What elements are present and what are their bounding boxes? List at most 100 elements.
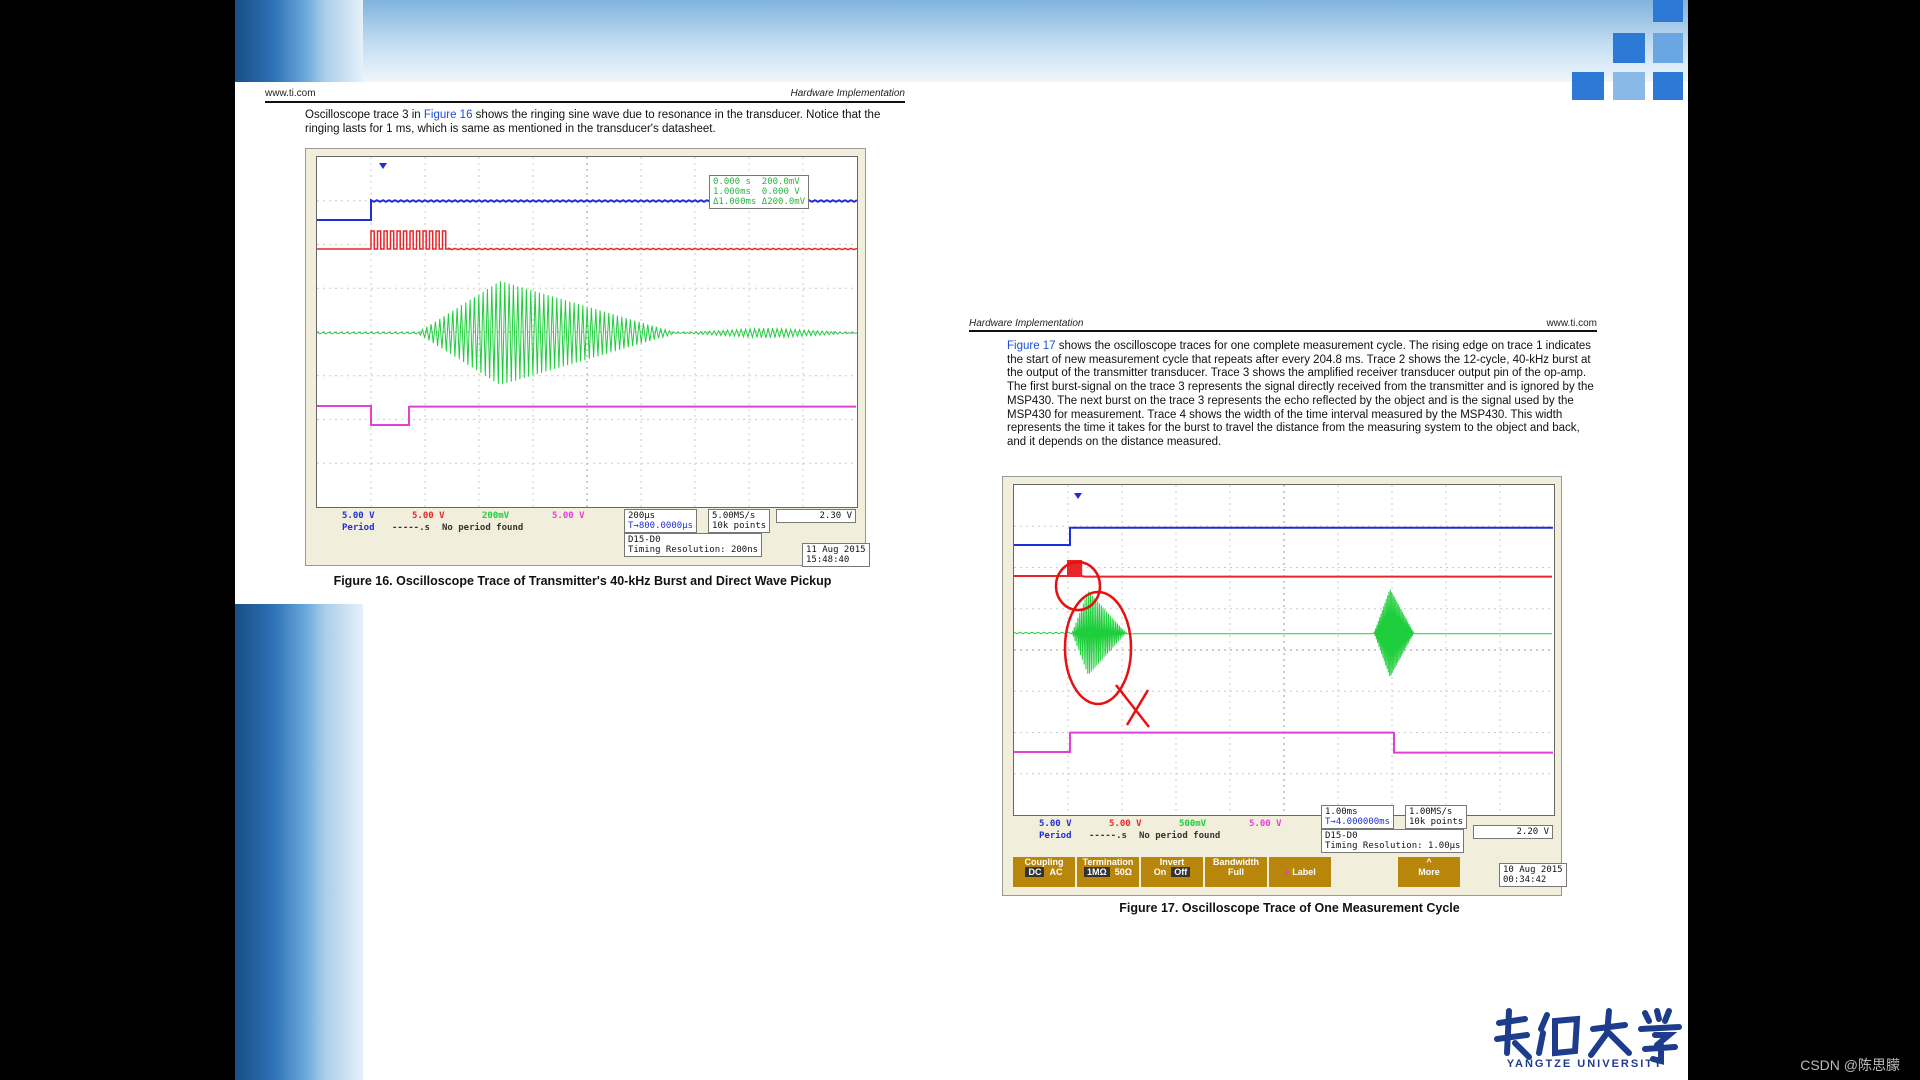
- scope2-menu-invert[interactable]: Invert On Off: [1141, 857, 1203, 887]
- scope2-menu-label[interactable]: ● Label: [1269, 857, 1331, 887]
- scope1-ch3-scale: 200mV: [482, 511, 510, 521]
- menu-termination-title: Termination: [1082, 857, 1134, 867]
- decor-square: [1653, 0, 1683, 22]
- decor-square: [1613, 33, 1645, 63]
- scope2-sample-rate: 1.00MS/s: [1409, 807, 1453, 817]
- cursor-dt: Δ1.000ms: [713, 197, 757, 207]
- doc1-caption: Figure 16. Oscilloscope Trace of Transmi…: [333, 574, 832, 588]
- scope2-period-label: Period: [1039, 831, 1072, 841]
- decor-square: [1613, 72, 1645, 100]
- scope1-ch1-scale: 5.00 V: [342, 511, 375, 521]
- scope1-time: 15:48:40: [806, 555, 850, 565]
- university-name-en: YANGTZE UNIVERSITY: [1506, 1058, 1664, 1070]
- scope1-acq-box: 5.00MS/s 10k points: [708, 509, 771, 533]
- scope2-date: 10 Aug 2015: [1503, 865, 1563, 875]
- scope2-menu-coupling[interactable]: Coupling DC AC: [1013, 857, 1075, 887]
- scope1-timebase-box: 200µs T→800.0000µs: [624, 509, 698, 533]
- scope2-timebase-box: 1.00ms T→4.000000ms: [1321, 805, 1395, 829]
- scope1-ch4-scale: 5.00 V: [552, 511, 585, 521]
- menu-invert-title: Invert: [1159, 857, 1185, 867]
- doc1-header-rule: [265, 101, 905, 103]
- scope2-timing-res: Timing Resolution: 1.00µs: [1325, 841, 1461, 851]
- scope2-datetime-box: 10 Aug 2015 00:34:42: [1499, 863, 1567, 887]
- document-figure-17: Hardware Implementation www.ti.com Figur…: [962, 313, 1617, 923]
- oscilloscope-figure-17: 5.00 V 5.00 V 500mV 5.00 V Period -----.…: [1002, 476, 1567, 896]
- scope1-digital-label: D15-D0: [628, 535, 661, 545]
- scope2-trigger-marker-icon: [1074, 493, 1082, 499]
- scope2-trigger-level: 2.20 V: [1516, 827, 1549, 837]
- doc1-text-pre: Oscilloscope trace 3 in: [305, 109, 424, 121]
- menu-bandwidth-title: Bandwidth: [1213, 857, 1259, 867]
- scope1-trigger-pos: T→800.0000µs: [628, 521, 694, 531]
- menu-termination-50[interactable]: 50Ω: [1115, 867, 1132, 877]
- doc2-header-rule: [969, 330, 1597, 332]
- scope2-period-value: -----.s: [1089, 831, 1127, 841]
- menu-coupling-ac[interactable]: AC: [1050, 867, 1063, 877]
- cursor-v2: 0.000 V: [761, 187, 800, 197]
- annotation-cross-a: [1115, 684, 1150, 728]
- scope1-timing-res: Timing Resolution: 200ns: [628, 545, 759, 555]
- doc1-header-left: www.ti.com: [265, 88, 316, 99]
- menu-invert-on[interactable]: On: [1154, 867, 1167, 877]
- decor-square: [1653, 72, 1683, 100]
- decor-square: [1653, 33, 1683, 63]
- doc1-header-right: Hardware Implementation: [790, 88, 906, 99]
- scope2-ch2-scale: 5.00 V: [1109, 819, 1142, 829]
- scope1-trigger-level: 2.30 V: [819, 511, 852, 521]
- scope1-ch2-scale: 5.00 V: [412, 511, 445, 521]
- scope1-datetime-box: 11 Aug 2015 15:48:40: [802, 543, 870, 567]
- doc2-header-right: www.ti.com: [1546, 318, 1597, 329]
- scope1-no-period: No period found: [442, 523, 524, 533]
- menu-invert-off[interactable]: Off: [1171, 867, 1191, 877]
- scope2-ch3-scale: 500mV: [1179, 819, 1207, 829]
- scope2-menu-termination[interactable]: Termination 1MΩ 50Ω: [1077, 857, 1139, 887]
- scope2-record-length: 10k points: [1409, 817, 1464, 827]
- scope1-period-label: Period: [342, 523, 375, 533]
- scope2-screen: [1013, 484, 1555, 816]
- chevron-up-icon: ^: [1426, 857, 1432, 867]
- scope1-trigger-marker-icon: [379, 163, 387, 169]
- scope2-menu-bandwidth[interactable]: Bandwidth Full: [1205, 857, 1267, 887]
- scope1-date: 11 Aug 2015: [806, 545, 866, 555]
- decor-square: [1572, 72, 1604, 100]
- scope2-timebase: 1.00ms: [1325, 807, 1358, 817]
- slide: www.ti.com Hardware Implementation Oscil…: [235, 0, 1688, 1080]
- scope1-period-value: -----.s: [392, 523, 430, 533]
- scope2-no-period: No period found: [1139, 831, 1221, 841]
- cursor-t2: 1.000ms: [713, 187, 751, 197]
- scope2-trigger-pos: T→4.000000ms: [1325, 817, 1391, 827]
- scope2-time: 00:34:42: [1503, 875, 1547, 885]
- doc2-paragraph: Figure 17 shows the oscilloscope traces …: [1007, 340, 1602, 450]
- scope2-digital-label: D15-D0: [1325, 831, 1358, 841]
- doc1-figure-link[interactable]: Figure 16: [424, 109, 473, 121]
- doc2-caption: Figure 17. Oscilloscope Trace of One Mea…: [1119, 901, 1460, 915]
- scope2-traces: [1013, 485, 1554, 815]
- cursor-t1: 0.000 s: [713, 177, 751, 187]
- csdn-watermark: CSDN @陈思朦: [1800, 1057, 1900, 1073]
- scope1-record-length: 10k points: [712, 521, 767, 531]
- oscilloscope-figure-16: 0.000 s 200.0mV 1.000ms 0.000 V Δ1.000ms…: [305, 148, 870, 567]
- scope1-screen: 0.000 s 200.0mV 1.000ms 0.000 V Δ1.000ms…: [316, 156, 858, 508]
- doc2-header-left: Hardware Implementation: [969, 318, 1084, 329]
- label-icon: ●: [1284, 867, 1290, 877]
- menu-coupling-dc[interactable]: DC: [1025, 867, 1045, 877]
- document-figure-16: www.ti.com Hardware Implementation Oscil…: [235, 82, 930, 604]
- doc2-text-post: shows the oscilloscope traces for one co…: [1007, 340, 1594, 448]
- scope2-acq-box: 1.00MS/s 10k points: [1405, 805, 1468, 829]
- scope1-cursor-readout: 0.000 s 200.0mV 1.000ms 0.000 V Δ1.000ms…: [709, 175, 810, 209]
- scope1-traces: [316, 157, 858, 507]
- scope2-ch4-scale: 5.00 V: [1249, 819, 1282, 829]
- scope2-menu-more[interactable]: ^ More: [1398, 857, 1460, 887]
- scope2-digital-box: D15-D0 Timing Resolution: 1.00µs: [1321, 829, 1465, 853]
- menu-termination-1m[interactable]: 1MΩ: [1084, 867, 1110, 877]
- scope1-timebase: 200µs: [628, 511, 656, 521]
- menu-bandwidth-full[interactable]: Full: [1228, 867, 1244, 877]
- scope1-trigger-box: 2.30 V: [776, 509, 856, 523]
- doc1-paragraph: Oscilloscope trace 3 in Figure 16 shows …: [305, 109, 905, 136]
- slide-top-band: [235, 0, 1688, 82]
- cursor-v1: 200.0mV: [761, 177, 800, 187]
- scope2-trace-1: [1014, 526, 1553, 546]
- doc2-figure-link[interactable]: Figure 17: [1007, 340, 1056, 352]
- menu-more-title: More: [1418, 867, 1440, 877]
- scope1-digital-box: D15-D0 Timing Resolution: 200ns: [624, 533, 763, 557]
